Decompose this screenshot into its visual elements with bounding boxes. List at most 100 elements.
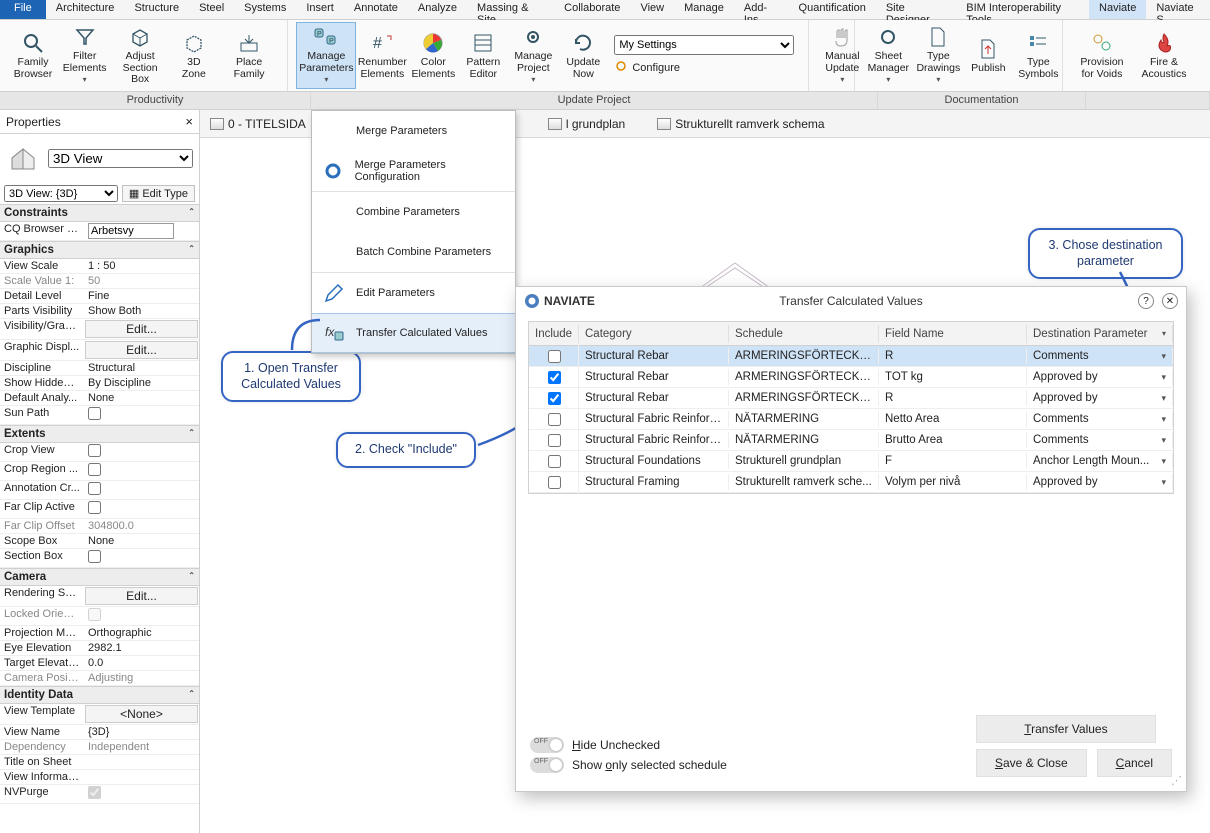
hide-unchecked-toggle[interactable] xyxy=(530,737,564,753)
view-info-value[interactable] xyxy=(84,770,199,784)
dropdown-merge-parameters[interactable]: Merge Parameters xyxy=(312,111,515,151)
manage-parameters-button[interactable]: PPManage Parameters xyxy=(296,22,356,89)
menu-systems[interactable]: Systems xyxy=(234,0,296,19)
rendering-edit-button[interactable]: Edit... xyxy=(85,587,198,605)
far-clip-active-checkbox[interactable] xyxy=(88,501,101,514)
crop-region-checkbox[interactable] xyxy=(88,463,101,476)
publish-button[interactable]: Publish xyxy=(963,34,1013,78)
menu-insert[interactable]: Insert xyxy=(296,0,344,19)
include-checkbox[interactable] xyxy=(548,476,561,489)
col-include[interactable]: Include xyxy=(529,325,579,343)
group-identity[interactable]: Identity Data⌃ xyxy=(0,686,199,704)
menu-site-designer[interactable]: Site Designer xyxy=(876,0,956,19)
col-category[interactable]: Category xyxy=(579,325,729,343)
update-now-button[interactable]: Update Now xyxy=(558,28,608,83)
cell-destination[interactable]: Comments▾ xyxy=(1027,432,1173,448)
vis-graph-edit-button[interactable]: Edit... xyxy=(85,320,198,338)
dropdown-merge-config[interactable]: Merge Parameters Configuration xyxy=(312,151,515,191)
dropdown-batch-combine[interactable]: Batch Combine Parameters xyxy=(312,232,515,272)
target-elev-value[interactable]: 0.0 xyxy=(84,656,199,670)
eye-elev-value[interactable]: 2982.1 xyxy=(84,641,199,655)
menu-analyze[interactable]: Analyze xyxy=(408,0,467,19)
sun-path-checkbox[interactable] xyxy=(88,407,101,420)
table-row[interactable]: Structural Fabric Reinforc...NÄTARMERING… xyxy=(529,430,1173,451)
title-sheet-value[interactable] xyxy=(84,755,199,769)
include-checkbox[interactable] xyxy=(548,413,561,426)
viewtab-ramverk[interactable]: Strukturellt ramverk schema xyxy=(651,115,830,133)
menu-view[interactable]: View xyxy=(630,0,674,19)
view-instance-select[interactable]: 3D View: {3D} xyxy=(4,185,118,202)
menu-bim-interop[interactable]: BIM Interoperability Tools xyxy=(956,0,1089,19)
cell-destination[interactable]: Anchor Length Moun...▾ xyxy=(1027,453,1173,469)
group-extents[interactable]: Extents⌃ xyxy=(0,425,199,443)
filter-elements-button[interactable]: Filter Elements xyxy=(58,22,111,89)
section-box-checkbox[interactable] xyxy=(88,550,101,563)
include-checkbox[interactable] xyxy=(548,392,561,405)
cell-destination[interactable]: Approved by▾ xyxy=(1027,369,1173,385)
crop-view-checkbox[interactable] xyxy=(88,444,101,457)
group-graphics[interactable]: Graphics⌃ xyxy=(0,241,199,259)
menu-architecture[interactable]: Architecture xyxy=(46,0,125,19)
anno-crop-checkbox[interactable] xyxy=(88,482,101,495)
edit-type-button[interactable]: ▦Edit Type xyxy=(122,185,195,202)
menu-massing-site[interactable]: Massing & Site xyxy=(467,0,554,19)
settings-select[interactable]: My Settings xyxy=(614,35,794,55)
view-type-select[interactable]: 3D View xyxy=(48,149,193,168)
3d-zone-button[interactable]: 3D Zone xyxy=(169,28,219,83)
table-row[interactable]: Structural RebarARMERINGSFÖRTECKNIN...RA… xyxy=(529,388,1173,409)
menu-structure[interactable]: Structure xyxy=(124,0,189,19)
view-template-button[interactable]: <None> xyxy=(85,705,198,723)
table-row[interactable]: Structural RebarARMERINGSFÖRTECKNINGRCom… xyxy=(529,346,1173,367)
menu-manage[interactable]: Manage xyxy=(674,0,734,19)
dialog-close-button[interactable]: ✕ xyxy=(1162,293,1178,309)
menu-collaborate[interactable]: Collaborate xyxy=(554,0,630,19)
resize-grip-icon[interactable]: ⋰ xyxy=(1171,774,1182,787)
sheet-manager-button[interactable]: Sheet Manager xyxy=(863,22,913,89)
table-row[interactable]: Structural Fabric Reinforc...NÄTARMERING… xyxy=(529,409,1173,430)
graphic-disp-edit-button[interactable]: Edit... xyxy=(85,341,198,359)
adjust-section-box-button[interactable]: Adjust Section Box xyxy=(111,22,169,89)
type-drawings-button[interactable]: Type Drawings xyxy=(913,22,963,89)
cell-destination[interactable]: Approved by▾ xyxy=(1027,390,1173,406)
cell-destination[interactable]: Comments▾ xyxy=(1027,348,1173,364)
menu-addins[interactable]: Add-Ins xyxy=(734,0,789,19)
table-row[interactable]: Structural FramingStrukturellt ramverk s… xyxy=(529,472,1173,493)
family-browser-button[interactable]: Family Browser xyxy=(8,28,58,83)
default-analy-value[interactable]: None xyxy=(84,391,199,405)
menu-steel[interactable]: Steel xyxy=(189,0,234,19)
dropdown-edit-parameters[interactable]: Edit Parameters xyxy=(312,273,515,313)
transfer-values-button[interactable]: Transfer Values xyxy=(976,715,1156,743)
renumber-elements-button[interactable]: #Renumber Elements xyxy=(356,28,408,83)
menu-naviate[interactable]: Naviate xyxy=(1089,0,1146,19)
manage-project-button[interactable]: Manage Project xyxy=(508,22,558,89)
include-checkbox[interactable] xyxy=(548,350,561,363)
dialog-help-button[interactable]: ? xyxy=(1138,293,1154,309)
group-camera[interactable]: Camera⌃ xyxy=(0,568,199,586)
col-dest[interactable]: Destination Parameter▾ xyxy=(1027,325,1173,343)
type-symbols-button[interactable]: Type Symbols xyxy=(1013,28,1063,83)
color-elements-button[interactable]: Color Elements xyxy=(408,28,458,83)
scope-box-value[interactable]: None xyxy=(84,534,199,548)
configure-link[interactable]: Configure xyxy=(614,59,794,76)
view-scale-value[interactable]: 1 : 50 xyxy=(84,259,199,273)
menu-annotate[interactable]: Annotate xyxy=(344,0,408,19)
menu-naviate-s[interactable]: Naviate S xyxy=(1146,0,1210,19)
discipline-value[interactable]: Structural xyxy=(84,361,199,375)
viewtab-titelsida[interactable]: 0 - TITELSIDA xyxy=(204,115,312,133)
table-row[interactable]: Structural RebarARMERINGSFÖRTECKNIN...TO… xyxy=(529,367,1173,388)
projection-value[interactable]: Orthographic xyxy=(84,626,199,640)
show-only-schedule-toggle[interactable] xyxy=(530,757,564,773)
dialog-titlebar[interactable]: NAVIATE Transfer Calculated Values ? ✕ xyxy=(516,287,1186,315)
cancel-button[interactable]: Cancel xyxy=(1097,749,1172,777)
include-checkbox[interactable] xyxy=(548,371,561,384)
provision-for-voids-button[interactable]: Provision for Voids xyxy=(1071,28,1132,83)
group-constraints[interactable]: Constraints⌃ xyxy=(0,204,199,222)
col-field[interactable]: Field Name xyxy=(879,325,1027,343)
show-hidden-value[interactable]: By Discipline xyxy=(84,376,199,390)
save-close-button[interactable]: Save & Close xyxy=(976,749,1087,777)
properties-close-button[interactable]: × xyxy=(185,114,193,129)
parts-vis-value[interactable]: Show Both xyxy=(84,304,199,318)
detail-level-value[interactable]: Fine xyxy=(84,289,199,303)
ma-button[interactable]: Ma xyxy=(1195,34,1210,78)
viewtab-grundplan[interactable]: l grundplan xyxy=(542,115,631,133)
